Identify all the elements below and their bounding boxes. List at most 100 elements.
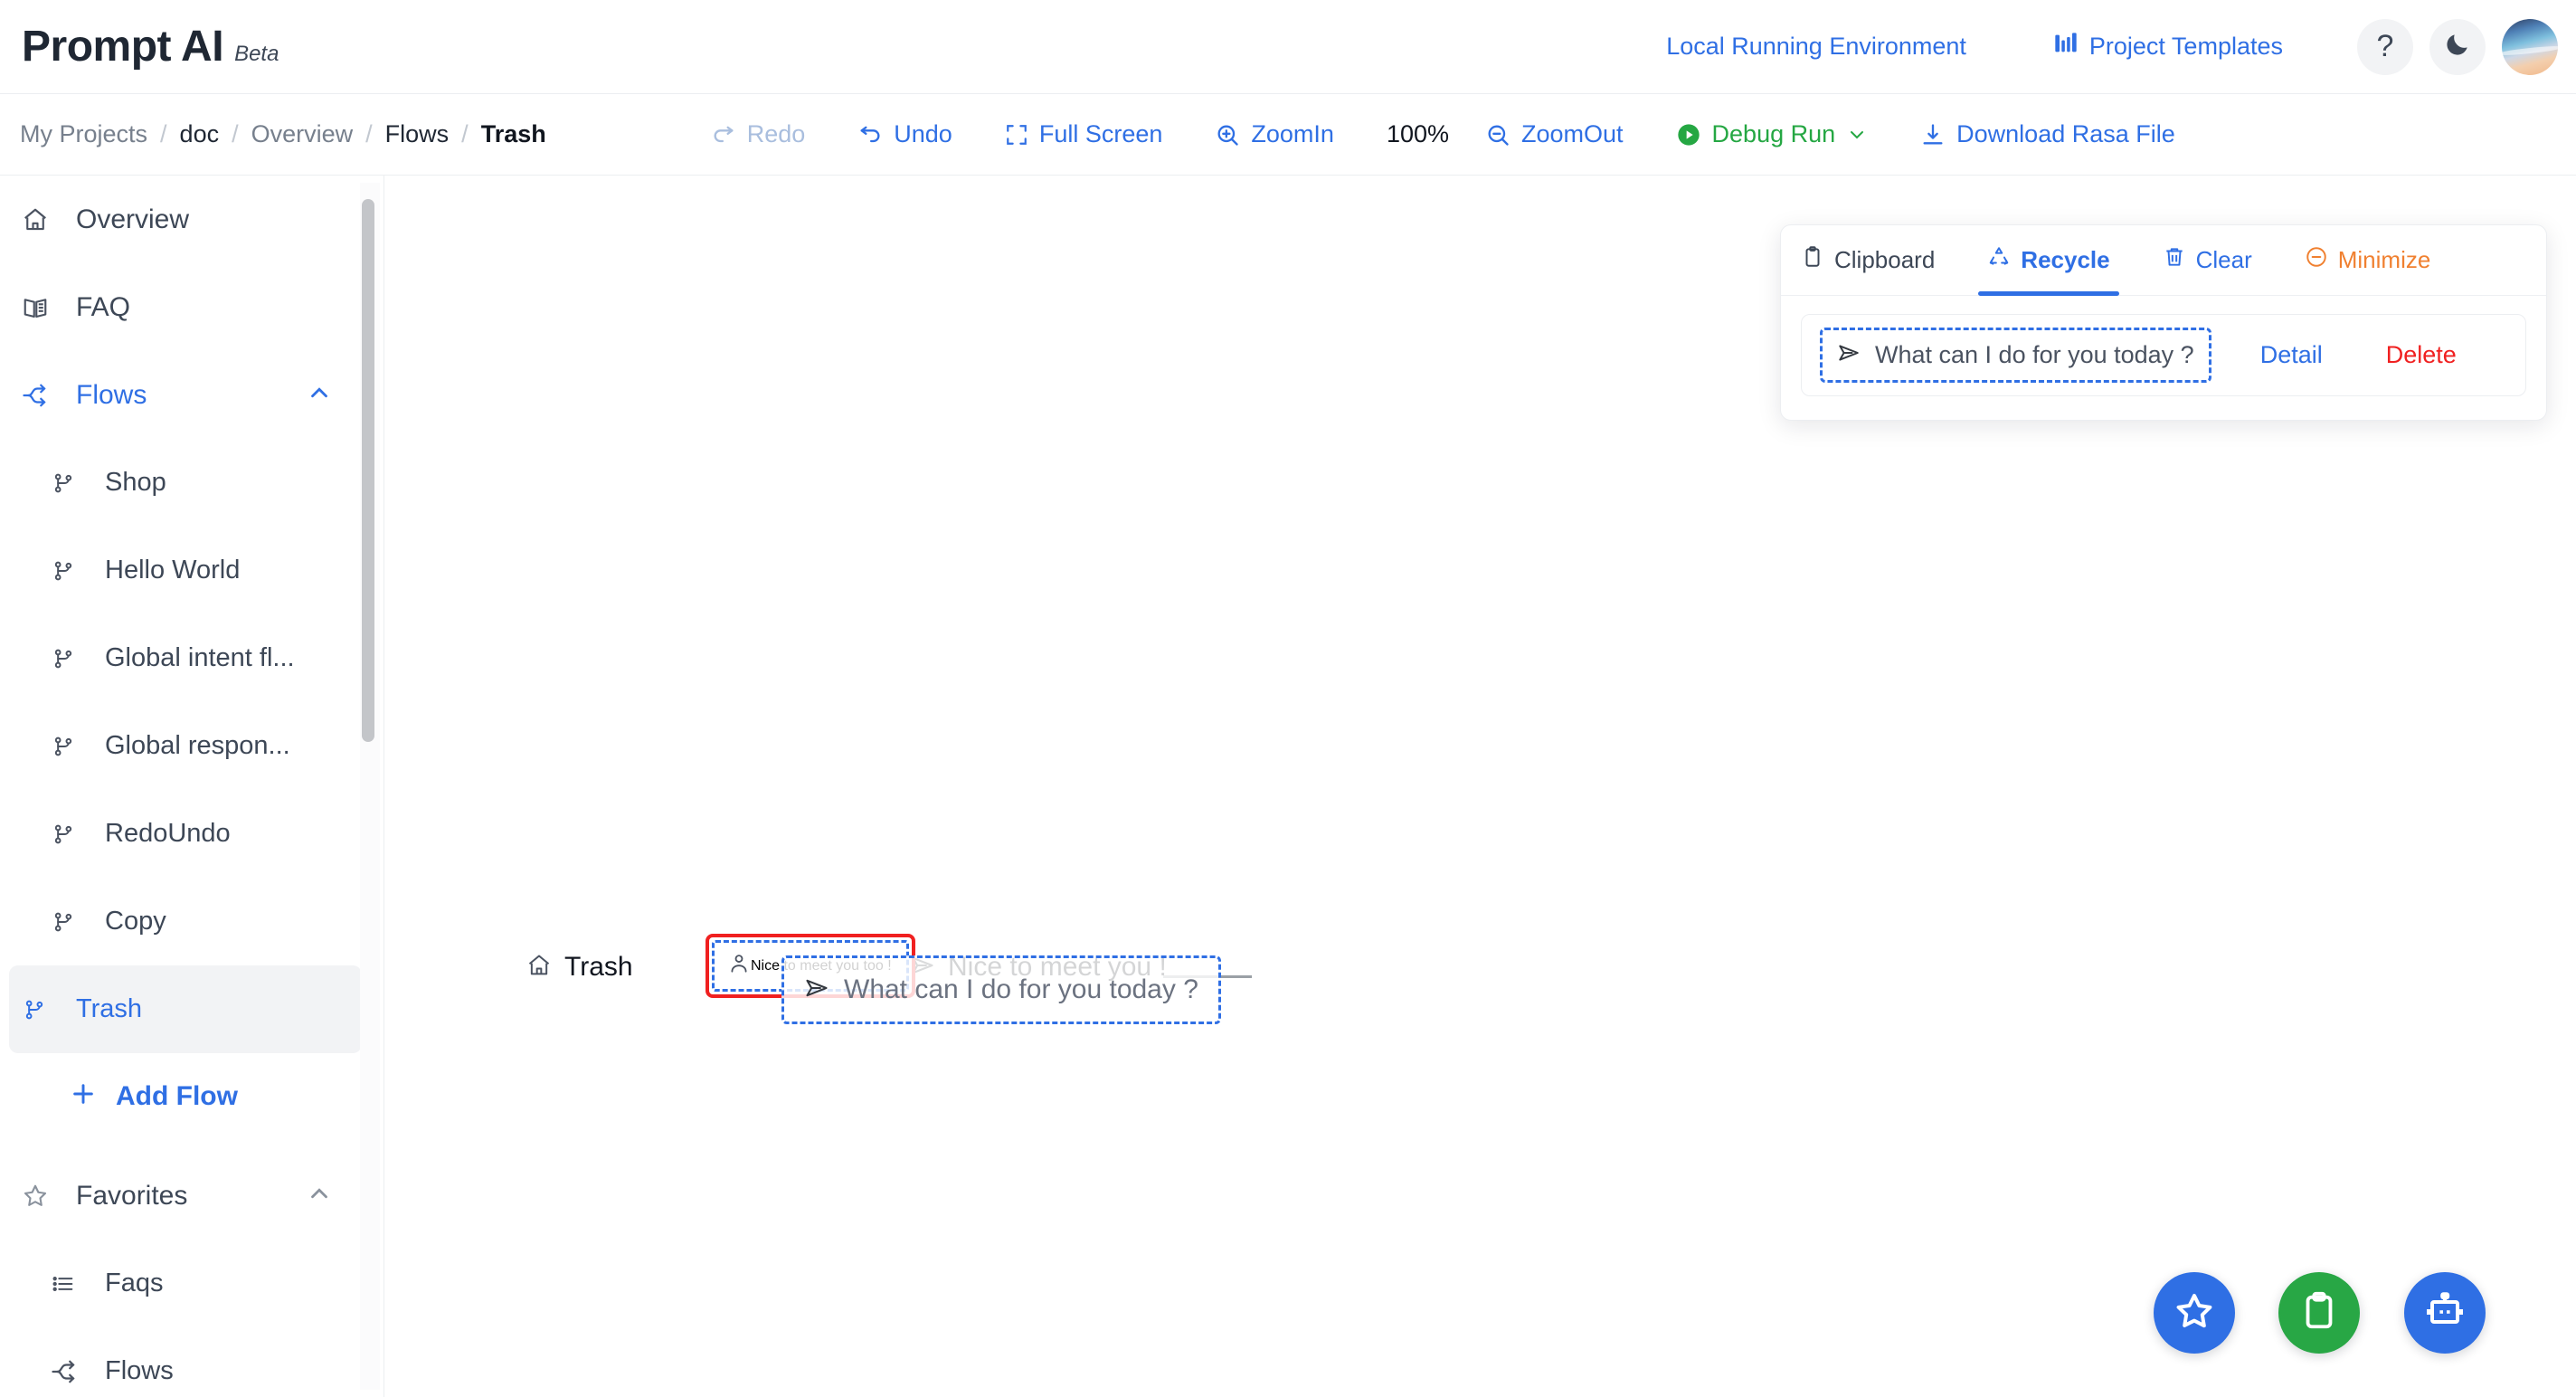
- chevron-up-icon[interactable]: [306, 379, 333, 411]
- breadcrumb-separator: /: [232, 120, 239, 147]
- sidebar-item-global-intent-flow[interactable]: Global intent fl...: [0, 614, 384, 702]
- robot-icon: [2423, 1289, 2467, 1337]
- sidebar-item-faq[interactable]: FAQ: [0, 263, 384, 351]
- recycle-panel-body: What can I do for you today ? Detail Del…: [1781, 296, 2546, 420]
- full-screen-icon: [1005, 123, 1028, 147]
- sidebar-item-copy[interactable]: Copy: [0, 878, 384, 965]
- editor-toolbar: My Projects / doc / Overview / Flows / T…: [0, 94, 2576, 176]
- undo-icon: [857, 122, 883, 147]
- moon-icon: [2443, 30, 2472, 63]
- breadcrumb-item-my-projects[interactable]: My Projects: [20, 120, 147, 148]
- dragging-flow-item[interactable]: What can I do for you today ?: [781, 955, 1221, 1024]
- tab-clipboard[interactable]: Clipboard: [1795, 225, 1940, 296]
- favorites-fab[interactable]: [2154, 1272, 2235, 1354]
- sidebar-item-favorite-faqs[interactable]: Faqs: [0, 1240, 384, 1327]
- sidebar-item-label: RedoUndo: [105, 819, 231, 848]
- tab-minimize-label: Minimize: [2337, 246, 2431, 273]
- sidebar-item-label: Hello World: [105, 556, 241, 584]
- full-screen-label: Full Screen: [1038, 120, 1163, 147]
- branch-icon: [51, 734, 87, 759]
- debug-run-button[interactable]: Debug Run: [1676, 120, 1869, 148]
- sidebar: Overview FAQ Flows Shop Hello World Glob…: [0, 176, 384, 1397]
- full-screen-button[interactable]: Full Screen: [1005, 120, 1163, 148]
- clipboard-fab[interactable]: [2278, 1272, 2360, 1354]
- avatar[interactable]: [2502, 18, 2558, 75]
- zoom-in-label: ZoomIn: [1251, 120, 1334, 147]
- question-mark-icon: ?: [2376, 29, 2394, 63]
- sidebar-item-label: Trash: [76, 994, 143, 1023]
- sidebar-item-trash[interactable]: Trash: [9, 965, 362, 1053]
- user-icon: [727, 952, 751, 980]
- zoom-out-button[interactable]: ZoomOut: [1485, 120, 1624, 148]
- send-icon: [804, 975, 829, 1005]
- toolbar-actions: Redo Undo Full Screen ZoomIn 100% ZoomOu…: [711, 120, 2195, 148]
- breadcrumb-separator: /: [160, 120, 167, 147]
- debug-run-label: Debug Run: [1711, 120, 1836, 147]
- recycle-panel: Clipboard Recycle Clear Minimize What ca…: [1780, 224, 2547, 421]
- app-header: Prompt AI Beta Local Running Environment…: [0, 0, 2576, 94]
- zoom-level-value: 100%: [1386, 120, 1449, 147]
- tab-minimize[interactable]: Minimize: [2299, 225, 2437, 296]
- sidebar-item-shop[interactable]: Shop: [0, 439, 384, 527]
- branch-icon: [51, 470, 87, 496]
- download-rasa-file-button[interactable]: Download Rasa File: [1920, 120, 2175, 148]
- theme-toggle-button[interactable]: [2429, 18, 2486, 75]
- sidebar-section-favorites[interactable]: Favorites: [0, 1152, 384, 1240]
- flow-node-label: Trash: [564, 952, 633, 982]
- sidebar-item-flows[interactable]: Flows: [0, 351, 384, 439]
- redo-icon: [711, 122, 736, 147]
- recycle-item-chip[interactable]: What can I do for you today ?: [1820, 328, 2211, 383]
- local-running-environment-link[interactable]: Local Running Environment: [1666, 33, 1966, 61]
- undo-button[interactable]: Undo: [857, 120, 952, 148]
- sidebar-item-label: Flows: [76, 379, 147, 410]
- sidebar-item-label: Overview: [76, 204, 190, 234]
- recycle-item-delete-button[interactable]: Delete: [2386, 341, 2457, 369]
- breadcrumb-item-doc[interactable]: doc: [180, 120, 220, 148]
- recycle-icon: [1987, 245, 2011, 275]
- sidebar-item-label: Global intent fl...: [105, 643, 295, 672]
- branch-icon: [51, 646, 87, 671]
- add-flow-button[interactable]: Add Flow: [0, 1053, 384, 1139]
- clipboard-icon: [2298, 1290, 2340, 1336]
- zoom-in-icon: [1215, 122, 1240, 147]
- recycle-item-detail-button[interactable]: Detail: [2260, 341, 2323, 369]
- recycle-item-text: What can I do for you today ?: [1875, 341, 2194, 368]
- bot-fab[interactable]: [2404, 1272, 2486, 1354]
- download-icon: [1920, 122, 1946, 147]
- tab-clear[interactable]: Clear: [2157, 225, 2258, 296]
- download-label: Download Rasa File: [1956, 120, 2175, 147]
- tab-recycle[interactable]: Recycle: [1978, 225, 2119, 296]
- breadcrumb-item-overview[interactable]: Overview: [251, 120, 354, 148]
- tab-clear-label: Clear: [2195, 246, 2252, 273]
- redo-label: Redo: [746, 120, 806, 147]
- sidebar-scrollbar-thumb[interactable]: [362, 199, 374, 742]
- add-flow-label: Add Flow: [116, 1080, 238, 1111]
- sidebar-item-hello-world[interactable]: Hello World: [0, 527, 384, 614]
- flow-node-trash[interactable]: Trash: [526, 952, 633, 983]
- sidebar-item-label: Global respon...: [105, 731, 290, 760]
- project-templates-link[interactable]: Project Templates: [2053, 31, 2283, 62]
- clipboard-icon: [1801, 245, 1824, 275]
- breadcrumb-item-trash: Trash: [480, 120, 546, 147]
- send-icon: [1837, 341, 1861, 369]
- help-button[interactable]: ?: [2357, 18, 2413, 75]
- branch-icon: [51, 558, 87, 584]
- sidebar-item-label: Faqs: [105, 1269, 164, 1297]
- chevron-up-icon[interactable]: [306, 1180, 333, 1212]
- recycle-list-item[interactable]: What can I do for you today ? Detail Del…: [1801, 314, 2526, 396]
- star-icon: [22, 1183, 58, 1210]
- book-icon: [22, 294, 58, 321]
- sidebar-item-redoundo[interactable]: RedoUndo: [0, 790, 384, 878]
- redo-button[interactable]: Redo: [711, 120, 806, 148]
- list-icon: [51, 1271, 87, 1297]
- sidebar-item-label: Flows: [105, 1356, 174, 1385]
- breadcrumb-item-flows[interactable]: Flows: [385, 120, 450, 148]
- sidebar-item-global-responses[interactable]: Global respon...: [0, 702, 384, 790]
- favorites-label: Favorites: [76, 1180, 188, 1211]
- app-logo[interactable]: Prompt AI Beta: [22, 22, 279, 71]
- sidebar-scrollbar-track[interactable]: [360, 183, 380, 1390]
- sidebar-item-label: Copy: [105, 907, 166, 936]
- zoom-in-button[interactable]: ZoomIn: [1215, 120, 1334, 148]
- sidebar-item-favorite-flows[interactable]: Flows: [0, 1327, 384, 1397]
- sidebar-item-overview[interactable]: Overview: [0, 176, 384, 263]
